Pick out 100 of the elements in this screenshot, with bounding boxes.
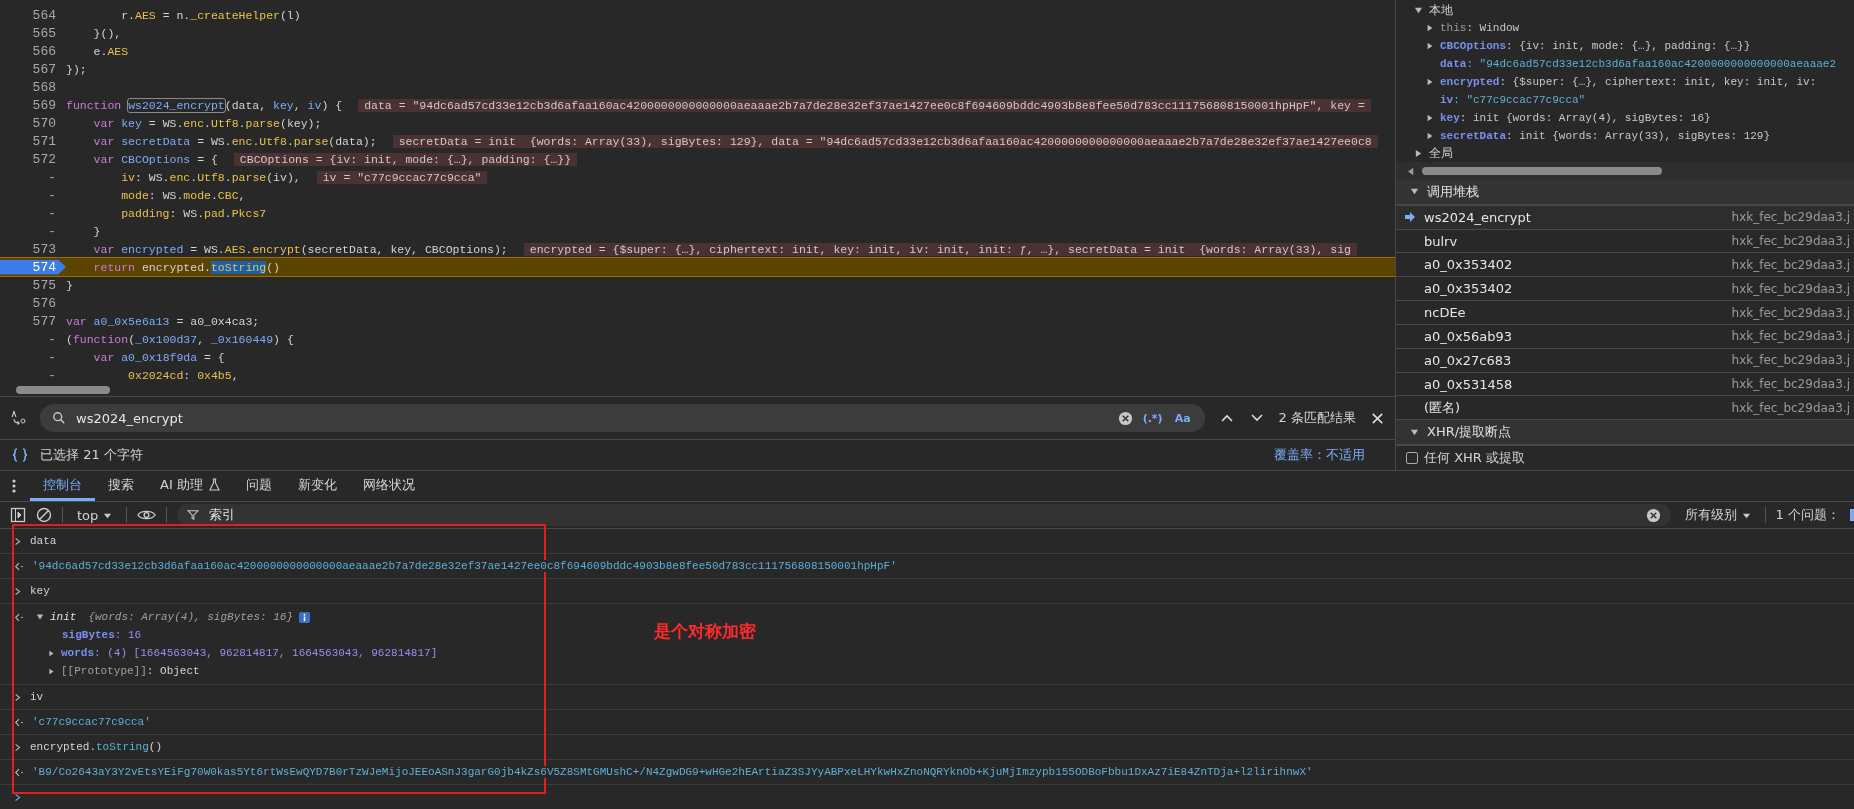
line-number[interactable]: - [0, 367, 66, 383]
result-arrow-icon [14, 561, 24, 571]
call-stack-frame[interactable]: ncDEe hxk_fec_bc29daa3.j [1396, 301, 1854, 325]
code-text: var a0_0x5e6a13 = a0_0x4ca3; [66, 314, 260, 328]
section-title[interactable]: 调用堆栈 [1427, 182, 1479, 201]
close-icon[interactable] [1370, 410, 1385, 426]
scope-title[interactable]: 全局 [1429, 145, 1453, 162]
scrollbar-thumb[interactable] [1422, 167, 1662, 175]
regex-toggle[interactable]: (.*) [1140, 411, 1165, 425]
prompt-icon [14, 586, 22, 596]
search-field[interactable]: ws2024_encrypt (.*) Aa [40, 404, 1205, 432]
line-number[interactable]: 575 [0, 277, 66, 293]
line-number[interactable]: 568 [0, 79, 66, 95]
issues-count[interactable]: 1 个问题： [1775, 506, 1840, 524]
line-number[interactable]: - [0, 349, 66, 365]
filter-field[interactable]: 索引 [207, 506, 1638, 524]
scope-variable[interactable]: CBCOptions: {iv: init, mode: {…}, padding: {…}} [1440, 40, 1751, 52]
caret-icon[interactable] [1414, 6, 1423, 15]
line-number[interactable]: 564 [0, 7, 66, 23]
call-stack-frame[interactable]: bulrv hxk_fec_bc29daa3.j [1396, 229, 1854, 254]
tab[interactable]: 问题 [232, 471, 285, 501]
inline-value: secretData = init {words: Array(33), sigBytes: 129}, data = "94dc6ad57cd33e12cb3d6afaa160ac4200000000000000aeaaae2b7a7de28e32ef37ae1427ee0c8 [392, 134, 1378, 148]
line-number[interactable]: 572 [0, 151, 66, 167]
line-number[interactable]: 574 [0, 259, 66, 275]
checkbox[interactable] [1406, 452, 1418, 464]
object-preview: {words: Array(4), sigBytes: 16} [88, 611, 294, 623]
caret-icon[interactable] [1414, 149, 1423, 158]
line-number[interactable]: 565 [0, 25, 66, 41]
tab[interactable]: AI 助理 [147, 471, 233, 501]
console-result: 'c77c9ccac77c9cca' [32, 716, 151, 728]
scope-variable[interactable]: encrypted: {$super: {…}, ciphertext: init, key: init, iv: [1440, 76, 1817, 88]
object-property: [[Prototype]]: Object [61, 665, 200, 677]
code-text: }(), [92, 26, 122, 40]
sidebar-toggle-icon[interactable] [10, 507, 26, 523]
line-number[interactable]: 576 [0, 295, 66, 311]
line-number[interactable]: - [0, 331, 66, 347]
checkbox-label[interactable]: 任何 XHR 或提取 [1424, 449, 1525, 467]
scope-variable[interactable]: secretData: init {words: Array(33), sigBytes: 129} [1440, 130, 1771, 142]
tab[interactable]: 控制台 [30, 471, 95, 501]
caret-icon[interactable] [1426, 78, 1434, 86]
caret-icon[interactable] [1410, 427, 1419, 437]
braces-icon[interactable] [10, 447, 30, 463]
call-stack-frame[interactable]: a0_0x353402 hxk_fec_bc29daa3.j [1396, 277, 1854, 302]
prompt-icon [14, 792, 22, 802]
call-stack-frame[interactable]: a0_0x531458 hxk_fec_bc29daa3.j [1396, 372, 1854, 397]
scope-variable[interactable]: key: init {words: Array(4), sigBytes: 16} [1440, 112, 1711, 124]
code-text: (function(_0x100d37, _0x160449) { [66, 332, 294, 346]
call-stack-frame[interactable]: a0_0x27c683 hxk_fec_bc29daa3.j [1396, 348, 1854, 373]
line-number[interactable]: 573 [0, 241, 66, 257]
replace-toggle-icon[interactable] [10, 410, 26, 426]
console-result: '94dc6ad57cd33e12cb3d6afaa160ac4200000000000000aeaaae2b7a7de28e32ef37ae1427ee0c8f694609bddc4903b8e8fee50d783cc111756808150001hpHpF' [32, 560, 897, 572]
line-number[interactable]: 567 [0, 61, 66, 77]
line-number[interactable]: 566 [0, 43, 66, 59]
console-command: encrypted.toString() [30, 741, 163, 753]
tab[interactable]: 网络状况 [349, 471, 428, 501]
line-number[interactable]: 569 [0, 97, 66, 113]
call-stack-frame[interactable]: ws2024_encrypt hxk_fec_bc29daa3.j [1396, 205, 1854, 230]
scroll-left-icon[interactable] [1408, 166, 1414, 176]
caret-icon[interactable] [1426, 114, 1434, 122]
clear-icon[interactable] [1645, 507, 1661, 523]
caret-icon[interactable] [1426, 132, 1434, 140]
context-dropdown[interactable]: top [73, 507, 117, 523]
log-level-dropdown[interactable]: 所有级别 [1680, 506, 1755, 524]
section-title[interactable]: XHR/提取断点 [1427, 423, 1512, 442]
line-number[interactable]: 570 [0, 115, 66, 131]
caret-icon[interactable] [36, 613, 44, 621]
line-number[interactable]: - [0, 223, 66, 239]
call-stack-frame[interactable]: a0_0x353402 hxk_fec_bc29daa3.j [1396, 253, 1854, 278]
line-number[interactable]: - [0, 205, 66, 221]
tab[interactable]: 搜索 [95, 471, 147, 501]
line-number[interactable]: 571 [0, 133, 66, 149]
caret-icon[interactable] [1410, 187, 1419, 197]
match-count: 2 条匹配结果 [1278, 409, 1356, 427]
annotation-text: 是个对称加密 [654, 620, 756, 643]
filter-bar[interactable]: 索引 [177, 504, 1671, 526]
scope-variable[interactable]: this: Window [1440, 22, 1520, 34]
call-stack-frame[interactable]: a0_0x56ab93 hxk_fec_bc29daa3.j [1396, 324, 1854, 349]
scope-variable[interactable]: data: "94dc6ad57cd33e12cb3d6afaa160ac4200000000000000aeaaae2 [1440, 58, 1837, 70]
tab[interactable]: 新变化 [284, 471, 350, 501]
object-name[interactable]: init [50, 611, 77, 623]
more-menu-icon[interactable] [12, 478, 16, 494]
line-number[interactable]: - [0, 169, 66, 185]
caret-icon[interactable] [1426, 24, 1434, 32]
eye-icon[interactable] [137, 508, 157, 522]
caret-icon[interactable] [48, 649, 55, 657]
match-case-toggle[interactable]: Aa [1172, 411, 1193, 425]
line-number[interactable]: - [0, 187, 66, 203]
clear-icon[interactable] [1117, 410, 1133, 426]
code-text: var encrypted = WS.AES.encrypt(secretData, key, CBCOptions); [92, 242, 508, 256]
info-icon[interactable] [299, 611, 311, 623]
prompt-icon [14, 692, 22, 702]
filter-icon [187, 509, 200, 521]
scope-title[interactable]: 本地 [1429, 2, 1453, 19]
scrollbar-thumb[interactable] [16, 386, 110, 394]
caret-icon[interactable] [48, 667, 55, 675]
coverage-link[interactable]: 覆盖率：不适用 [1274, 446, 1365, 464]
clear-console-icon[interactable] [36, 507, 52, 523]
line-number[interactable]: 577 [0, 313, 66, 329]
scope-variable[interactable]: iv: "c77c9ccac77c9cca" [1440, 94, 1586, 106]
caret-icon[interactable] [1426, 42, 1434, 50]
